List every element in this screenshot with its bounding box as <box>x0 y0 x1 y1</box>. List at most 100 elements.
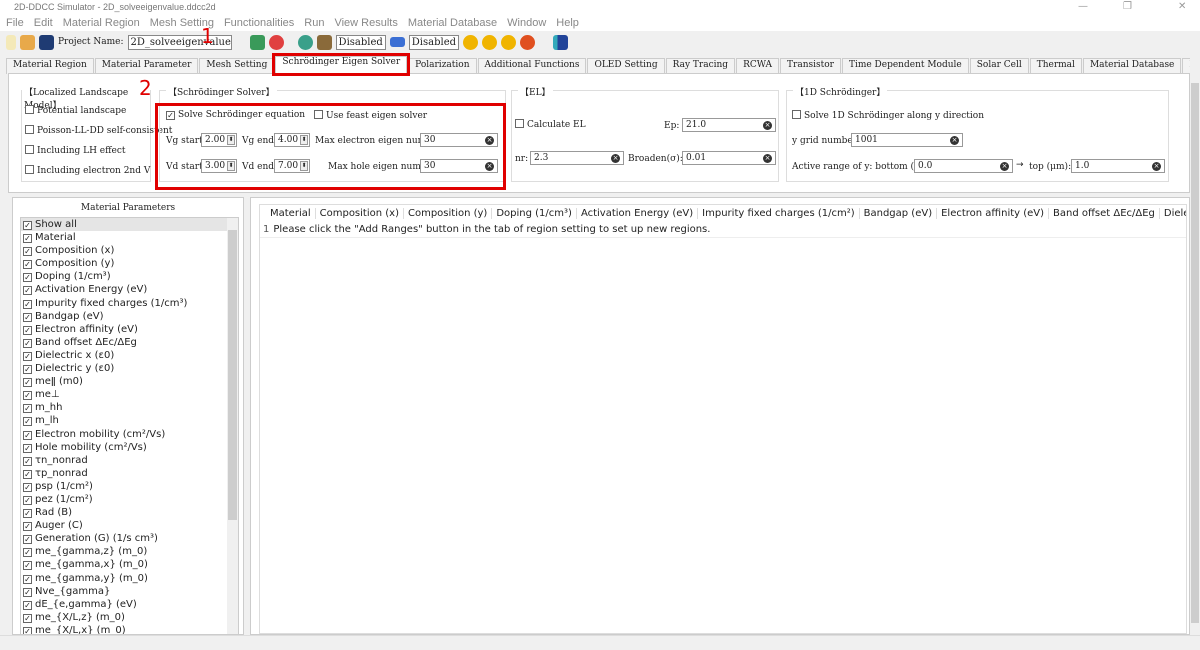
menu-view-results[interactable]: View Results <box>334 17 397 29</box>
parameter-checkbox-item[interactable]: ✓ Composition (x) <box>21 244 238 257</box>
llm-checkbox[interactable]: Potential landscape <box>25 105 126 116</box>
menu-run[interactable]: Run <box>304 17 324 29</box>
parameter-checkbox-item[interactable]: ✓ me_{X/L,x} (m_0) <box>21 624 238 634</box>
refresh-icon[interactable] <box>249 34 265 50</box>
layers-icon[interactable] <box>316 34 332 50</box>
parameter-checkbox-item[interactable]: ✓ Dielectric x (ε0) <box>21 349 238 362</box>
mesh-icon[interactable] <box>297 34 313 50</box>
tab-polarization[interactable]: Polarization <box>408 58 477 74</box>
calculate-el-checkbox[interactable]: Calculate EL <box>515 119 586 130</box>
parameter-checkbox-item[interactable]: ✓ Composition (y) <box>21 257 238 270</box>
parameter-checkbox-item[interactable]: ✓ me_{gamma,y} (m_0) <box>21 572 238 585</box>
parameter-checkbox-item[interactable]: ✓ Rad (B) <box>21 506 238 519</box>
scroll-thumb[interactable] <box>1191 83 1199 623</box>
tab-thermal[interactable]: Thermal <box>1029 58 1082 74</box>
tab-mesh-setting[interactable]: Mesh Setting <box>199 58 275 74</box>
menu-file[interactable]: File <box>6 17 24 29</box>
menu-window[interactable]: Window <box>507 17 546 29</box>
parameter-checkbox-item[interactable]: ✓ Auger (C) <box>21 519 238 532</box>
menu-help[interactable]: Help <box>556 17 579 29</box>
run-icon[interactable] <box>463 34 479 50</box>
llm-checkbox[interactable]: Including LH effect <box>25 145 126 156</box>
new-file-icon[interactable] <box>6 34 16 50</box>
column-header[interactable]: Band offset ΔEc/ΔEg <box>1049 208 1160 219</box>
tab-additional-functions[interactable]: Additional Functions <box>477 58 587 74</box>
list-scrollbar[interactable] <box>227 218 238 634</box>
main-scrollbar[interactable] <box>1190 55 1200 635</box>
parameter-checkbox-item[interactable]: ✓ Band offset ΔEc/ΔEg <box>21 336 238 349</box>
tab-schr-dinger-eigen-solver[interactable]: Schrödinger Eigen Solver <box>272 53 411 76</box>
tab-material-parameter[interactable]: Material Parameter <box>94 58 199 74</box>
parameter-checkbox-item[interactable]: ✓ Electron affinity (eV) <box>21 323 238 336</box>
parameter-checkbox-item[interactable]: ✓ me_{gamma,x} (m_0) <box>21 558 238 571</box>
menu-material-region[interactable]: Material Region <box>63 17 140 29</box>
bottom-input[interactable]: 0.0 × <box>914 159 1013 173</box>
run-batch-icon[interactable] <box>501 34 517 50</box>
scroll-thumb[interactable] <box>228 230 237 520</box>
chart-icon[interactable] <box>553 34 569 50</box>
restore-button[interactable]: ❐ <box>1123 1 1132 12</box>
parameter-checkbox-item[interactable]: ✓ Impurity fixed charges (1/cm³) <box>21 297 238 310</box>
tab-oled-setting[interactable]: OLED Setting <box>587 58 665 74</box>
parameter-checkbox-item[interactable]: ✓ meǁ (m0) <box>21 375 238 388</box>
list-icon[interactable] <box>389 37 405 47</box>
column-header[interactable]: Material <box>266 208 316 219</box>
parameter-checkbox-item[interactable]: ✓ Generation (G) (1/s cm³) <box>21 532 238 545</box>
parameter-checkbox-item[interactable]: ✓ Activation Energy (eV) <box>21 283 238 296</box>
clear-icon[interactable]: × <box>763 121 772 130</box>
parameter-checkbox-item[interactable]: ✓ dE_{e,gamma} (eV) <box>21 598 238 611</box>
disabled-select-2[interactable]: Disabled <box>408 34 460 50</box>
parameter-checkbox-item[interactable]: ✓ me_{X/L,z} (m_0) <box>21 611 238 624</box>
column-header[interactable]: Composition (y) <box>404 208 493 219</box>
menu-material-database[interactable]: Material Database <box>408 17 497 29</box>
project-name-input[interactable]: 2D_solveeigenvalue <box>127 34 232 50</box>
parameter-checkbox-item[interactable]: ✓ Hole mobility (cm²/Vs) <box>21 441 238 454</box>
tab-material-region[interactable]: Material Region <box>6 58 94 74</box>
column-header[interactable]: Doping (1/cm³) <box>492 208 577 219</box>
clear-icon[interactable]: × <box>763 154 772 163</box>
menu-functionalities[interactable]: Functionalities <box>224 17 294 29</box>
menu-edit[interactable]: Edit <box>34 17 53 29</box>
top-input[interactable]: 1.0 × <box>1071 159 1165 173</box>
run-all-icon[interactable] <box>482 34 498 50</box>
tab-material-database[interactable]: Material Database <box>1082 58 1182 74</box>
table-row[interactable]: 1 Please click the "Add Ranges" button in… <box>260 222 1186 238</box>
parameter-checkbox-item[interactable]: ✓ me_{gamma,z} (m_0) <box>21 545 238 558</box>
parameter-checkbox-item[interactable]: ✓ Material <box>21 231 238 244</box>
open-folder-icon[interactable] <box>20 34 35 50</box>
tab-rcwa[interactable]: RCWA <box>736 58 780 74</box>
disabled-select-1[interactable]: Disabled <box>335 34 386 50</box>
column-header[interactable]: Electron affinity (eV) <box>937 208 1050 219</box>
column-header[interactable]: Activation Energy (eV) <box>577 208 699 219</box>
tab-solar-cell[interactable]: Solar Cell <box>969 58 1029 74</box>
ep-input[interactable]: 21.0 × <box>682 118 776 132</box>
clear-icon[interactable]: × <box>950 136 959 145</box>
minimize-button[interactable]: — <box>1078 1 1088 12</box>
tab-ray-tracing[interactable]: Ray Tracing <box>665 58 736 74</box>
parameter-checkbox-item[interactable]: ✓ me⊥ <box>21 388 238 401</box>
save-icon[interactable] <box>39 34 54 50</box>
parameter-checkbox-item[interactable]: ✓ τp_nonrad <box>21 467 238 480</box>
close-button[interactable]: ✕ <box>1178 1 1186 12</box>
reload-icon[interactable] <box>268 34 284 50</box>
parameter-checkbox-item[interactable]: ✓ Bandgap (eV) <box>21 310 238 323</box>
tab-time-dependent-module[interactable]: Time Dependent Module <box>841 58 969 74</box>
parameter-checkbox-item[interactable]: ✓ m_lh <box>21 414 238 427</box>
parameter-checkbox-item[interactable]: ✓ τn_nonrad <box>21 454 238 467</box>
llm-checkbox[interactable]: Poisson-LL-DD self-consistent <box>25 125 172 136</box>
parameter-checkbox-item[interactable]: ✓ Show all <box>21 218 238 232</box>
column-header[interactable]: Bandgap (eV) <box>860 208 938 219</box>
column-header[interactable]: Impurity fixed charges (1/cm²) <box>698 208 860 219</box>
parameter-checkbox-item[interactable]: ✓ psp (1/cm²) <box>21 480 238 493</box>
parameter-checkbox-item[interactable]: ✓ m_hh <box>21 401 238 414</box>
clear-icon[interactable]: × <box>1152 162 1161 171</box>
nr-input[interactable]: 2.3 × <box>530 151 624 165</box>
parameter-checkbox-item[interactable]: ✓ Nve_{gamma} <box>21 585 238 598</box>
clear-icon[interactable]: × <box>1000 162 1009 171</box>
llm-checkbox[interactable]: Including electron 2nd V <box>25 165 150 176</box>
solve-1d-checkbox[interactable]: Solve 1D Schrödinger along y direction <box>792 110 984 121</box>
tab-transistor[interactable]: Transistor <box>780 58 841 74</box>
stop-icon[interactable] <box>520 34 536 50</box>
parameter-checkbox-item[interactable]: ✓ pez (1/cm²) <box>21 493 238 506</box>
clear-icon[interactable]: × <box>611 154 620 163</box>
